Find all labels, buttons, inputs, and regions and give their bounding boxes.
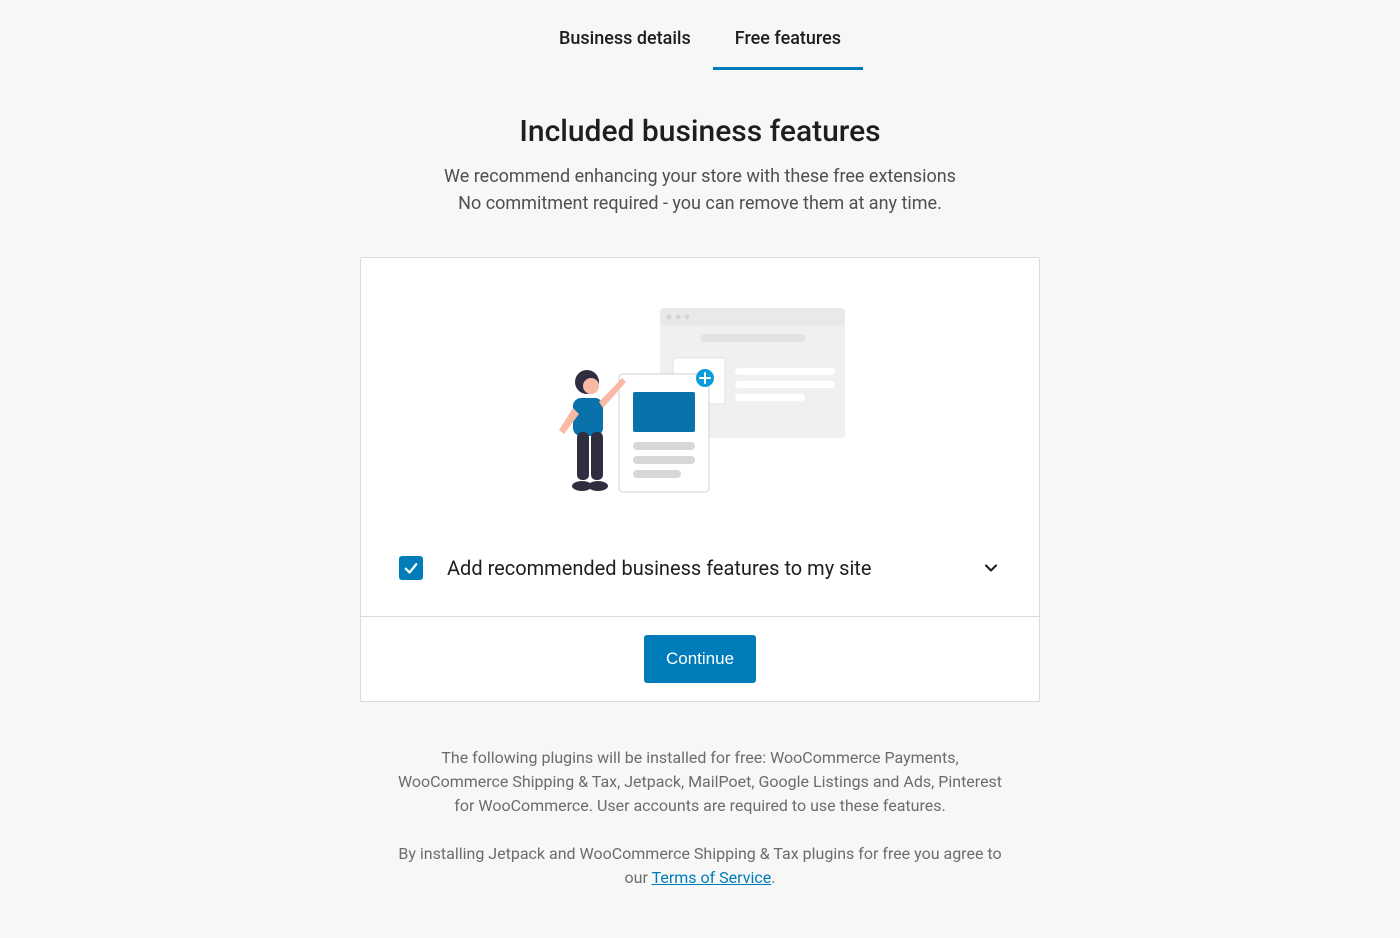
add-features-option: Add recommended business features to my … xyxy=(361,530,1039,616)
chevron-down-icon[interactable] xyxy=(981,558,1001,578)
plugins-disclaimer: The following plugins will be installed … xyxy=(390,746,1010,818)
page-title: Included business features xyxy=(196,114,1204,149)
page-header: Included business features We recommend … xyxy=(196,114,1204,217)
subtitle-line-1: We recommend enhancing your store with t… xyxy=(196,163,1204,190)
checkmark-icon xyxy=(402,559,420,577)
onboarding-illustration-icon xyxy=(555,304,845,494)
tos-suffix: . xyxy=(771,868,775,887)
add-features-checkbox[interactable] xyxy=(399,556,423,580)
tos-disclaimer: By installing Jetpack and WooCommerce Sh… xyxy=(390,842,1010,890)
illustration xyxy=(361,258,1039,530)
continue-button[interactable]: Continue xyxy=(644,635,756,683)
subtitle-line-2: No commitment required - you can remove … xyxy=(196,190,1204,217)
page-subtitle: We recommend enhancing your store with t… xyxy=(196,163,1204,217)
features-card: Add recommended business features to my … xyxy=(360,257,1040,702)
tab-free-features[interactable]: Free features xyxy=(713,12,863,70)
tabs: Business details Free features xyxy=(196,0,1204,70)
tab-business-details[interactable]: Business details xyxy=(537,12,713,70)
card-footer: Continue xyxy=(361,616,1039,701)
add-features-label: Add recommended business features to my … xyxy=(447,556,957,580)
terms-of-service-link[interactable]: Terms of Service xyxy=(652,868,772,887)
